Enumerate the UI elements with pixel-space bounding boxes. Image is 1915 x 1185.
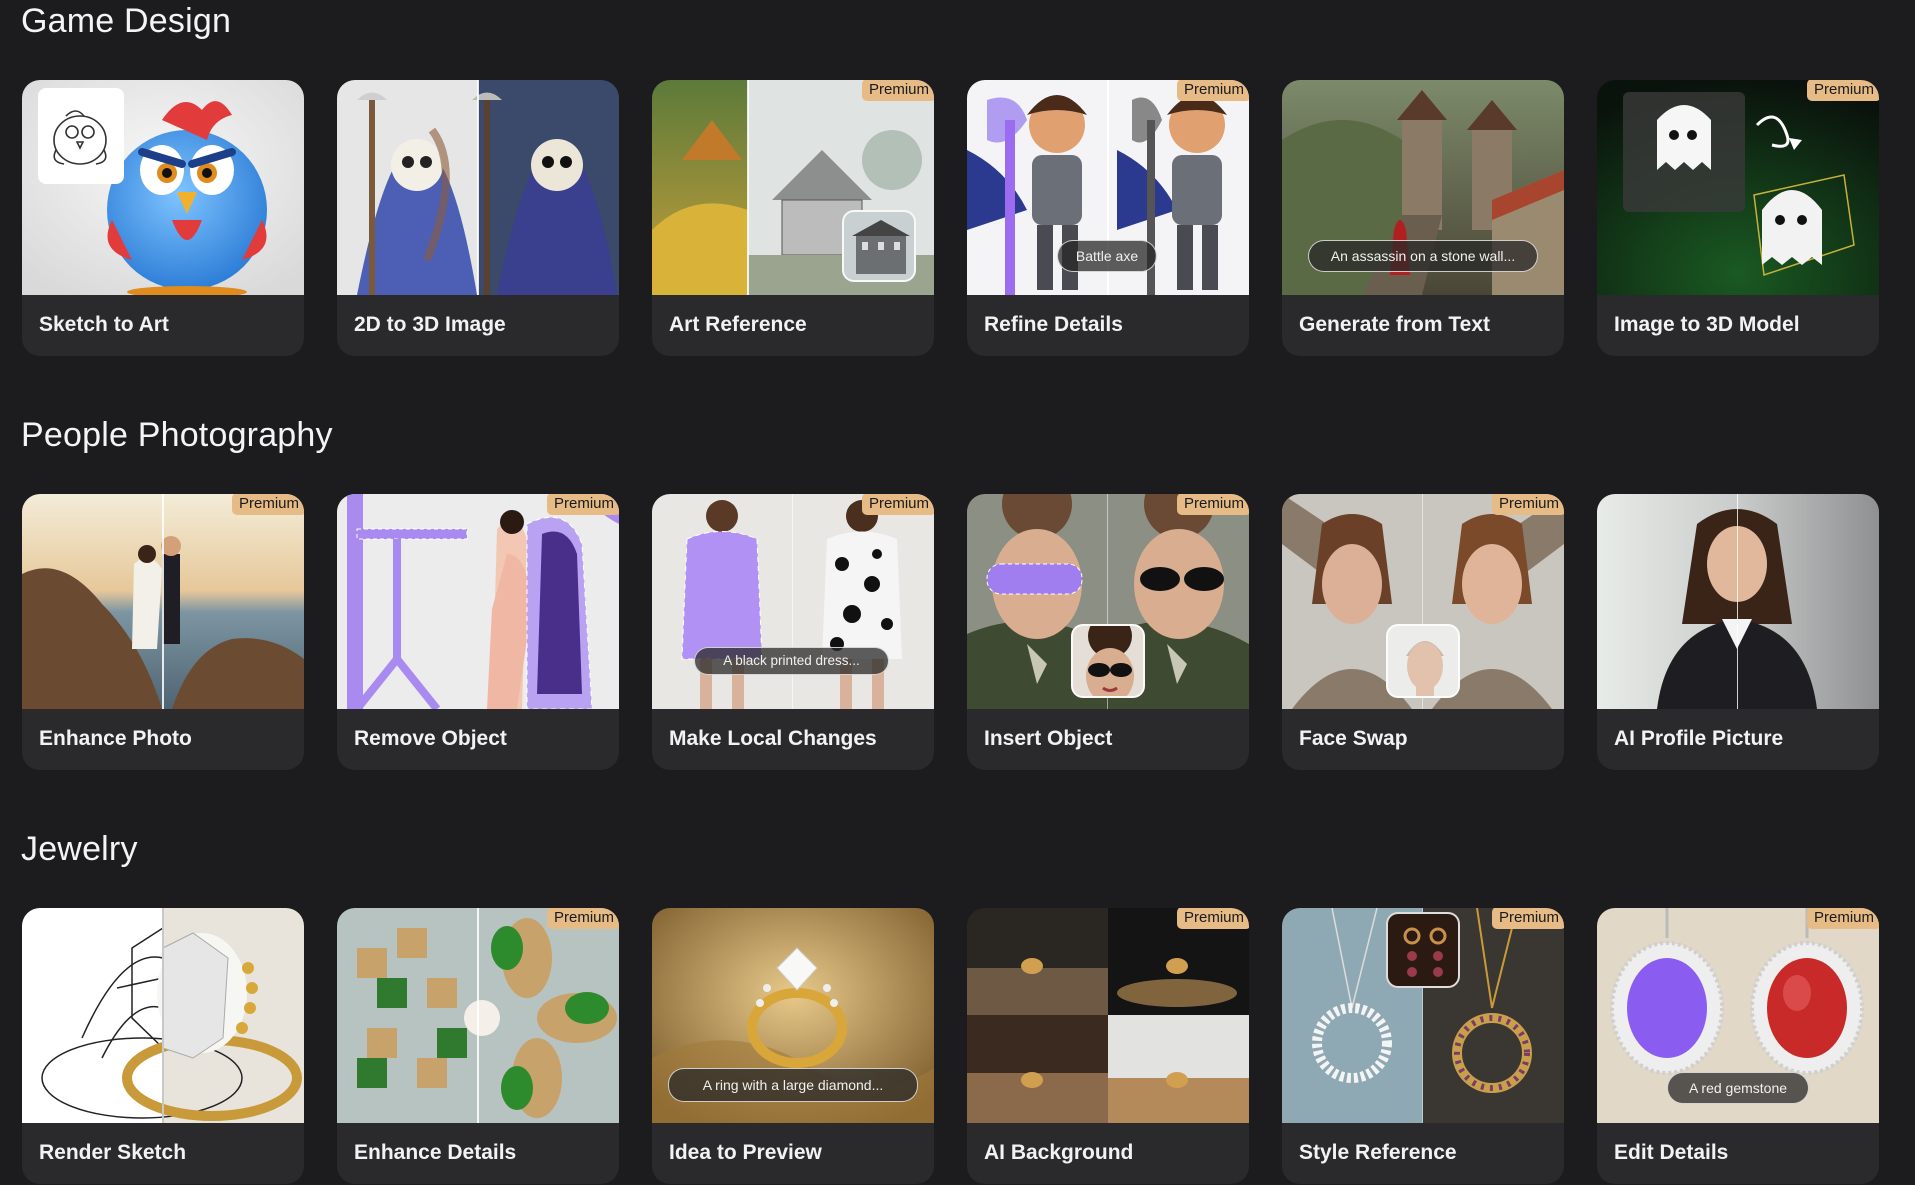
premium-badge: Premium (1806, 908, 1879, 929)
ai-profile-picture-image (1597, 494, 1879, 709)
card-label: Style Reference (1299, 1141, 1457, 1164)
face-swap-image (1282, 494, 1564, 709)
card-render-sketch[interactable]: Render Sketch (22, 908, 304, 1184)
prompt-pill: A red gemstone (1667, 1072, 1809, 1104)
premium-badge: Premium (1491, 908, 1564, 929)
premium-badge: Premium (1806, 80, 1879, 101)
style-reference-thumbnail (1386, 912, 1460, 988)
insert-object-image (967, 494, 1249, 709)
card-insert-object[interactable]: Premium Insert Object (967, 494, 1249, 770)
card-label: Remove Object (354, 727, 507, 750)
prompt-pill: Battle axe (1057, 240, 1157, 272)
card-ai-profile-picture[interactable]: AI Profile Picture (1597, 494, 1879, 770)
card-label: Idea to Preview (669, 1141, 822, 1164)
card-label: AI Profile Picture (1614, 727, 1784, 750)
compare-divider[interactable] (162, 908, 164, 1123)
compare-divider[interactable] (1737, 494, 1738, 709)
card-idea-to-preview[interactable]: A ring with a large diamond... Idea to P… (652, 908, 934, 1184)
card-label: Render Sketch (39, 1141, 187, 1164)
refine-details-image: Battle axe (967, 80, 1249, 295)
edit-details-image: A red gemstone (1597, 908, 1879, 1123)
card-label: Face Swap (1299, 727, 1408, 750)
card-label: Enhance Details (354, 1141, 517, 1164)
premium-badge: Premium (546, 908, 619, 929)
section-title-game-design: Game Design (21, 2, 232, 40)
card-generate-from-text[interactable]: An assassin on a stone wall... Generate … (1282, 80, 1564, 356)
prompt-pill: A black printed dress... (694, 647, 889, 675)
remove-object-image (337, 494, 619, 709)
object-reference-thumbnail (1071, 624, 1145, 698)
make-local-changes-image: A black printed dress... (652, 494, 934, 709)
generate-from-text-image: An assassin on a stone wall... (1282, 80, 1564, 295)
card-remove-object[interactable]: Premium Remove Object (337, 494, 619, 770)
card-style-reference[interactable]: Premium Style Reference (1282, 908, 1564, 1184)
ai-background-image (967, 908, 1249, 1123)
card-label: Insert Object (984, 727, 1113, 750)
prompt-pill: An assassin on a stone wall... (1308, 240, 1538, 272)
card-enhance-details[interactable]: Premium Enhance Details (337, 908, 619, 1184)
card-label: Generate from Text (1299, 313, 1490, 336)
art-reference-image (652, 80, 934, 295)
card-label: Sketch to Art (39, 313, 169, 336)
card-face-swap[interactable]: Premium Face Swap (1282, 494, 1564, 770)
premium-badge: Premium (546, 494, 619, 515)
premium-badge: Premium (1491, 494, 1564, 515)
face-reference-thumbnail (1386, 624, 1460, 698)
card-label: AI Background (984, 1141, 1134, 1164)
premium-badge: Premium (1176, 494, 1249, 515)
section-title-people-photography: People Photography (21, 416, 333, 454)
sketch-to-art-image (22, 80, 304, 295)
card-label: Enhance Photo (39, 727, 192, 750)
card-label: Image to 3D Model (1614, 313, 1800, 336)
style-reference-image (1282, 908, 1564, 1123)
card-art-reference[interactable]: Premium Art Reference (652, 80, 934, 356)
premium-badge: Premium (231, 494, 304, 515)
2d-to-3d-image (337, 80, 619, 295)
prompt-pill: A ring with a large diamond... (668, 1068, 918, 1102)
enhance-details-image (337, 908, 619, 1123)
card-ai-background[interactable]: Premium AI Background (967, 908, 1249, 1184)
image-to-3d-model-image (1597, 80, 1879, 295)
card-2d-to-3d-image[interactable]: 2D to 3D Image (337, 80, 619, 356)
card-sketch-to-art[interactable]: Sketch to Art (22, 80, 304, 356)
idea-to-preview-image: A ring with a large diamond... (652, 908, 934, 1123)
card-enhance-photo[interactable]: Premium Enhance Photo (22, 494, 304, 770)
compare-divider[interactable] (477, 908, 479, 1123)
compare-divider[interactable] (747, 80, 749, 295)
card-label: Edit Details (1614, 1141, 1729, 1164)
card-label: Refine Details (984, 313, 1123, 336)
premium-badge: Premium (861, 494, 934, 515)
premium-badge: Premium (1176, 80, 1249, 101)
compare-divider[interactable] (477, 80, 479, 295)
enhance-photo-image (22, 494, 304, 709)
card-make-local-changes[interactable]: A black printed dress... Premium Make Lo… (652, 494, 934, 770)
card-label: Art Reference (669, 313, 807, 336)
premium-badge: Premium (861, 80, 934, 101)
card-image-to-3d-model[interactable]: Premium Image to 3D Model (1597, 80, 1879, 356)
section-title-jewelry: Jewelry (21, 830, 138, 868)
card-label: Make Local Changes (669, 727, 877, 750)
render-sketch-image (22, 908, 304, 1123)
card-label: 2D to 3D Image (354, 313, 506, 336)
premium-badge: Premium (1176, 908, 1249, 929)
card-refine-details[interactable]: Battle axe Premium Refine Details (967, 80, 1249, 356)
compare-divider[interactable] (792, 494, 793, 709)
reference-thumbnail (842, 210, 916, 282)
card-edit-details[interactable]: A red gemstone Premium Edit Details (1597, 908, 1879, 1184)
compare-divider[interactable] (162, 494, 164, 709)
